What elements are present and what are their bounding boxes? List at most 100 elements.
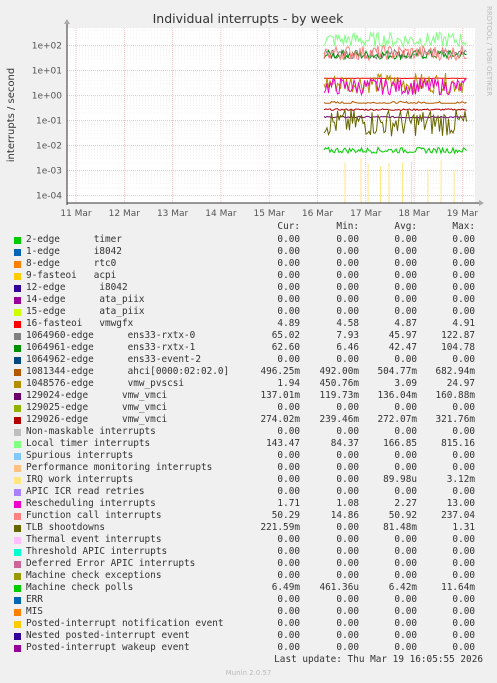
value-max: 0.00 — [452, 258, 475, 269]
series-name: Function call interrupts — [26, 510, 162, 521]
value-max: 0.00 — [452, 486, 475, 497]
x-tick-label: 16 Mar — [302, 209, 334, 219]
legend-swatch — [14, 261, 21, 268]
value-max: 0.00 — [452, 450, 475, 461]
legend-swatch — [14, 489, 21, 496]
legend-swatch — [14, 477, 21, 484]
y-tick-label: 1e-02 — [36, 141, 62, 151]
legend-swatch — [14, 441, 21, 448]
legend-header: Cur: Min: Avg: Max: — [0, 221, 497, 233]
x-tick-labels: 11 Mar 12 Mar 13 Mar 14 Mar 15 Mar 16 Mar 17 M… — [60, 209, 478, 219]
legend-swatch — [14, 537, 21, 544]
legend-row: 1-edge i8042 0.00 0.00 0.00 0.00 — [0, 246, 497, 258]
y-tick-label: 1e+02 — [32, 41, 62, 51]
legend-swatch — [14, 573, 21, 580]
legend-row: 1081344-edge ahci[0000:02:02.0] 496.25m 49… — [0, 366, 497, 378]
legend-swatch — [14, 345, 21, 352]
series-name: 8-edge rtc0 — [26, 258, 117, 269]
value-max: 0.00 — [452, 558, 475, 569]
legend-row: 129024-edge vmw_vmci 137.01m 119.73m 136.04… — [0, 390, 497, 402]
legend-swatch — [14, 501, 21, 508]
value-max: 682.94m — [435, 366, 475, 377]
legend-swatch — [14, 249, 21, 256]
legend-swatch — [14, 453, 21, 460]
series-name: 1064962-edge ens33-event-2 — [26, 354, 201, 365]
chart-area: Individual interrupts - by week interrup… — [6, 11, 484, 219]
legend-row: 14-edge ata_piix 0.00 0.00 0.00 0.00 — [0, 294, 497, 306]
series-name: 2-edge timer — [26, 234, 122, 245]
legend-swatch — [14, 513, 21, 520]
legend-swatch — [14, 465, 21, 472]
x-axis-arrow-icon — [479, 200, 484, 206]
legend-swatch — [14, 369, 21, 376]
legend-row: 1064960-edge ens33-rxtx-0 65.02 7.93 45.97 1… — [0, 330, 497, 342]
legend-row: 1064962-edge ens33-event-2 0.00 0.00 0.00 0.… — [0, 354, 497, 366]
series-name: TLB shootdowns — [26, 522, 106, 533]
legend-row: Deferred Error APIC interrupts 0.00 0.00 0.… — [0, 558, 497, 570]
series-name: Thermal event interrupts — [26, 534, 162, 545]
munin-version: Munin 2.0.57 — [225, 669, 272, 677]
legend-row: Rescheduling interrupts 1.71 1.08 2.27 13.00 — [0, 498, 497, 510]
value-max: 237.04 — [441, 510, 475, 521]
legend-row: Non-maskable interrupts 0.00 0.00 0.00 0.00 — [0, 426, 497, 438]
legend-row: 129026-edge vmw_vmci 274.02m 239.46m 272.07… — [0, 414, 497, 426]
series-name: Local timer interrupts — [26, 438, 151, 449]
legend-swatch — [14, 621, 21, 628]
y-tick-label: 1e-04 — [36, 191, 62, 201]
y-axis-label: interrupts / second — [6, 68, 17, 162]
value-max: 0.00 — [452, 402, 475, 413]
legend-row: 9-fasteoi acpi 0.00 0.00 0.00 0.00 — [0, 270, 497, 282]
series-name: 1064961-edge ens33-rxtx-1 — [26, 342, 196, 353]
series-name: 1048576-edge vmw_pvscsi — [26, 378, 185, 389]
x-tick-label: 13 Mar — [157, 209, 189, 219]
series-name: 129024-edge vmw_vmci — [26, 390, 168, 401]
legend-swatch — [14, 309, 21, 316]
value-max: 11.64m — [441, 582, 475, 593]
series-name: Non-maskable interrupts — [26, 426, 156, 437]
legend-row: Machine check polls 6.49m 461.36u 6.42m 11.6… — [0, 582, 497, 594]
value-max: 0.00 — [452, 270, 475, 281]
legend-swatch — [14, 645, 21, 652]
x-tick-label: 12 Mar — [109, 209, 141, 219]
series-name: MIS — [26, 606, 43, 617]
value-max: 0.00 — [452, 282, 475, 293]
legend-swatch — [14, 357, 21, 364]
legend-row: Spurious interrupts 0.00 0.00 0.00 0.00 — [0, 450, 497, 462]
series-name: Machine check polls — [26, 582, 134, 593]
value-max: 0.00 — [452, 294, 475, 305]
value-max: 24.97 — [446, 378, 475, 389]
legend-swatch — [14, 597, 21, 604]
value-max: 0.00 — [452, 570, 475, 581]
legend-row: 16-fasteoi vmwgfx 4.89 4.58 4.87 4.91 — [0, 318, 497, 330]
value-max: 160.88m — [435, 390, 475, 401]
legend-swatch — [14, 417, 21, 424]
value-max: 0.00 — [452, 606, 475, 617]
legend-row: Threshold APIC interrupts 0.00 0.00 0.00 0.0… — [0, 546, 497, 558]
series-name: Rescheduling interrupts — [26, 498, 156, 509]
series-name: 129026-edge vmw_vmci — [26, 414, 168, 425]
series-name: Posted-interrupt notification event — [26, 618, 224, 629]
value-max: 0.00 — [452, 462, 475, 473]
series-name: 1081344-edge ahci[0000:02:02.0] — [26, 366, 230, 377]
legend-row: 129025-edge vmw_vmci 0.00 0.00 0.00 0.00 — [0, 402, 497, 414]
value-max: 104.78 — [441, 342, 475, 353]
series-name: Nested posted-interrupt event — [26, 630, 190, 641]
value-max: 0.00 — [452, 630, 475, 641]
series-name: Posted-interrupt wakeup event — [26, 642, 190, 653]
value-max: 0.00 — [452, 618, 475, 629]
legend-swatch — [14, 525, 21, 532]
series-name: Performance monitoring interrupts — [26, 462, 213, 473]
legend-row: 1048576-edge vmw_pvscsi 1.94 450.76m 3.09 24… — [0, 378, 497, 390]
value-max: 0.00 — [452, 306, 475, 317]
series-name: 1-edge i8042 — [26, 246, 122, 257]
legend-swatch — [14, 561, 21, 568]
legend-swatch — [14, 273, 21, 280]
legend-row: MIS 0.00 0.00 0.00 0.00 — [0, 606, 497, 618]
legend-row: Local timer interrupts 143.47 84.37 166.85 8… — [0, 438, 497, 450]
value-max: 0.00 — [452, 594, 475, 605]
legend-row: ERR 0.00 0.00 0.00 0.00 — [0, 594, 497, 606]
legend-row: Posted-interrupt notification event 0.00 0… — [0, 618, 497, 630]
x-tick-label: 11 Mar — [60, 209, 92, 219]
series-name: 14-edge ata_piix — [26, 294, 145, 305]
last-update: Last update: Thu Mar 19 16:05:55 2026 — [274, 654, 483, 665]
